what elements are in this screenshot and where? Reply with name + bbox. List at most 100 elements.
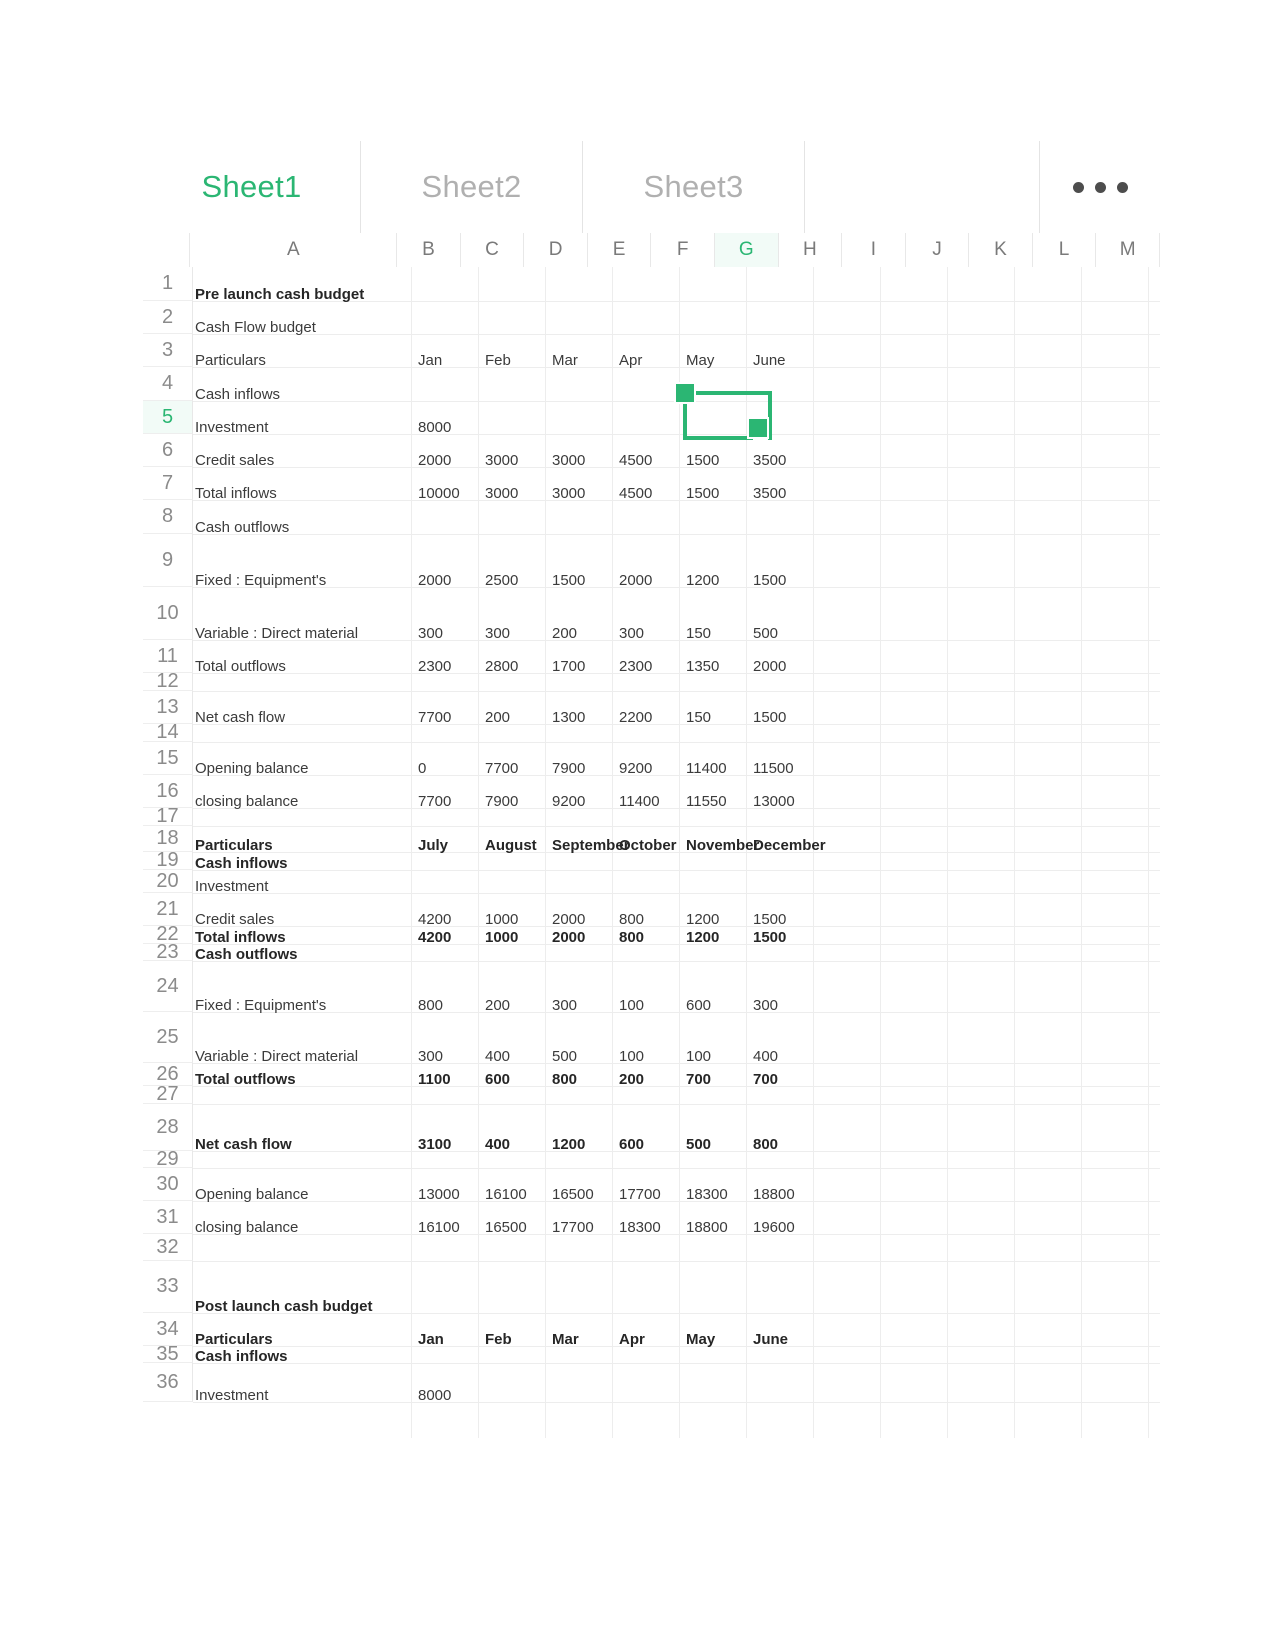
cell-e30[interactable]: 17700 [619, 1187, 661, 1202]
cell-b6[interactable]: 2000 [418, 453, 451, 468]
row-header-13[interactable]: 13 [143, 691, 193, 724]
cell-d25[interactable]: 500 [552, 1049, 577, 1064]
cell-c28[interactable]: 400 [485, 1137, 510, 1152]
cell-b9[interactable]: 2000 [418, 573, 451, 588]
cell-b16[interactable]: 7700 [418, 794, 451, 809]
cell-c26[interactable]: 600 [485, 1072, 510, 1087]
cell-c13[interactable]: 200 [485, 710, 510, 725]
cell-d26[interactable]: 800 [552, 1072, 577, 1087]
cell-g11[interactable]: 2000 [753, 659, 786, 674]
cell-e24[interactable]: 100 [619, 998, 644, 1013]
cell-c15[interactable]: 7700 [485, 761, 518, 776]
cell-f24[interactable]: 600 [686, 998, 711, 1013]
cell-b31[interactable]: 16100 [418, 1220, 460, 1235]
row-header-23[interactable]: 23 [143, 941, 193, 963]
cell-g25[interactable]: 400 [753, 1049, 778, 1064]
row-header-5[interactable]: 5 [143, 401, 193, 434]
row-header-34[interactable]: 34 [143, 1313, 193, 1346]
cell-a21[interactable]: Credit sales [195, 912, 274, 927]
row-header-14[interactable]: 14 [143, 721, 193, 743]
cell-d6[interactable]: 3000 [552, 453, 585, 468]
cell-f28[interactable]: 500 [686, 1137, 711, 1152]
row-header-3[interactable]: 3 [143, 334, 193, 367]
column-header-f[interactable]: F [651, 233, 715, 267]
column-header-e[interactable]: E [587, 233, 652, 267]
cell-e3[interactable]: Apr [619, 353, 642, 368]
cell-f13[interactable]: 150 [686, 710, 711, 725]
cell-a30[interactable]: Opening balance [195, 1187, 308, 1202]
cell-e18[interactable]: October [619, 838, 677, 853]
cell-b21[interactable]: 4200 [418, 912, 451, 927]
cell-b11[interactable]: 2300 [418, 659, 451, 674]
cell-f6[interactable]: 1500 [686, 453, 719, 468]
cell-a11[interactable]: Total outflows [195, 659, 286, 674]
column-header-g[interactable]: G [714, 233, 779, 267]
row-header-29[interactable]: 29 [143, 1148, 193, 1170]
column-header-i[interactable]: I [842, 233, 906, 267]
row-header-15[interactable]: 15 [143, 742, 193, 775]
cell-d7[interactable]: 3000 [552, 486, 585, 501]
cell-a4[interactable]: Cash inflows [195, 387, 280, 402]
row-header-35[interactable]: 35 [143, 1343, 193, 1365]
cell-g26[interactable]: 700 [753, 1072, 778, 1087]
cell-g16[interactable]: 13000 [753, 794, 795, 809]
column-header-j[interactable]: J [905, 233, 970, 267]
cell-g31[interactable]: 19600 [753, 1220, 795, 1235]
cell-a16[interactable]: closing balance [195, 794, 298, 809]
cell-d30[interactable]: 16500 [552, 1187, 594, 1202]
cell-a6[interactable]: Credit sales [195, 453, 274, 468]
cell-f16[interactable]: 11550 [686, 794, 727, 809]
row-header-36[interactable]: 36 [143, 1363, 193, 1402]
cell-g3[interactable]: June [753, 353, 786, 368]
cell-e16[interactable]: 11400 [619, 794, 660, 809]
cell-g13[interactable]: 1500 [753, 710, 786, 725]
cell-g10[interactable]: 500 [753, 626, 778, 641]
cell-d15[interactable]: 7900 [552, 761, 585, 776]
cell-a19[interactable]: Cash inflows [195, 856, 288, 871]
cell-f9[interactable]: 1200 [686, 573, 719, 588]
cell-c6[interactable]: 3000 [485, 453, 518, 468]
cell-b30[interactable]: 13000 [418, 1187, 460, 1202]
column-header-m[interactable]: M [1096, 233, 1160, 267]
row-header-17[interactable]: 17 [143, 805, 193, 827]
cell-e10[interactable]: 300 [619, 626, 644, 641]
cell-g6[interactable]: 3500 [753, 453, 786, 468]
column-header-d[interactable]: D [524, 233, 588, 267]
cell-a10[interactable]: Variable : Direct material [195, 626, 358, 641]
row-header-12[interactable]: 12 [143, 670, 193, 692]
column-header-h[interactable]: H [778, 233, 843, 267]
cell-a26[interactable]: Total outflows [195, 1072, 296, 1087]
cell-f11[interactable]: 1350 [686, 659, 719, 674]
row-header-30[interactable]: 30 [143, 1168, 193, 1201]
cell-a25[interactable]: Variable : Direct material [195, 1049, 358, 1064]
cell-c3[interactable]: Feb [485, 353, 511, 368]
row-header-1[interactable]: 1 [143, 267, 193, 301]
row-header-19[interactable]: 19 [143, 849, 193, 871]
cell-a2[interactable]: Cash Flow budget [195, 320, 316, 335]
cell-b22[interactable]: 4200 [418, 930, 451, 945]
cell-d22[interactable]: 2000 [552, 930, 585, 945]
spreadsheet-grid[interactable]: ABCDEFGHIJKLM 1 2 3 4 5 6 7 8 9 10 11 12 13 14 15 16 17 1… [143, 233, 1160, 1438]
cell-g18[interactable]: December [753, 838, 826, 853]
cell-b24[interactable]: 800 [418, 998, 443, 1013]
cell-f10[interactable]: 150 [686, 626, 711, 641]
cell-c34[interactable]: Feb [485, 1332, 512, 1347]
cell-g34[interactable]: June [753, 1332, 788, 1347]
cell-a23[interactable]: Cash outflows [195, 947, 298, 962]
cell-c11[interactable]: 2800 [485, 659, 518, 674]
cell-c22[interactable]: 1000 [485, 930, 518, 945]
row-header-25[interactable]: 25 [143, 1012, 193, 1063]
cell-f18[interactable]: November [686, 838, 759, 853]
cell-g21[interactable]: 1500 [753, 912, 786, 927]
cell-a24[interactable]: Fixed : Equipment's [195, 998, 326, 1013]
cell-e21[interactable]: 800 [619, 912, 644, 927]
cell-e31[interactable]: 18300 [619, 1220, 661, 1235]
cell-g22[interactable]: 1500 [753, 930, 786, 945]
cell-d16[interactable]: 9200 [552, 794, 585, 809]
cell-a1[interactable]: Pre launch cash budget [195, 287, 364, 302]
select-all-corner[interactable] [143, 233, 191, 267]
row-header-9[interactable]: 9 [143, 534, 193, 587]
cell-d3[interactable]: Mar [552, 353, 578, 368]
cell-g30[interactable]: 18800 [753, 1187, 795, 1202]
row-header-21[interactable]: 21 [143, 893, 193, 926]
